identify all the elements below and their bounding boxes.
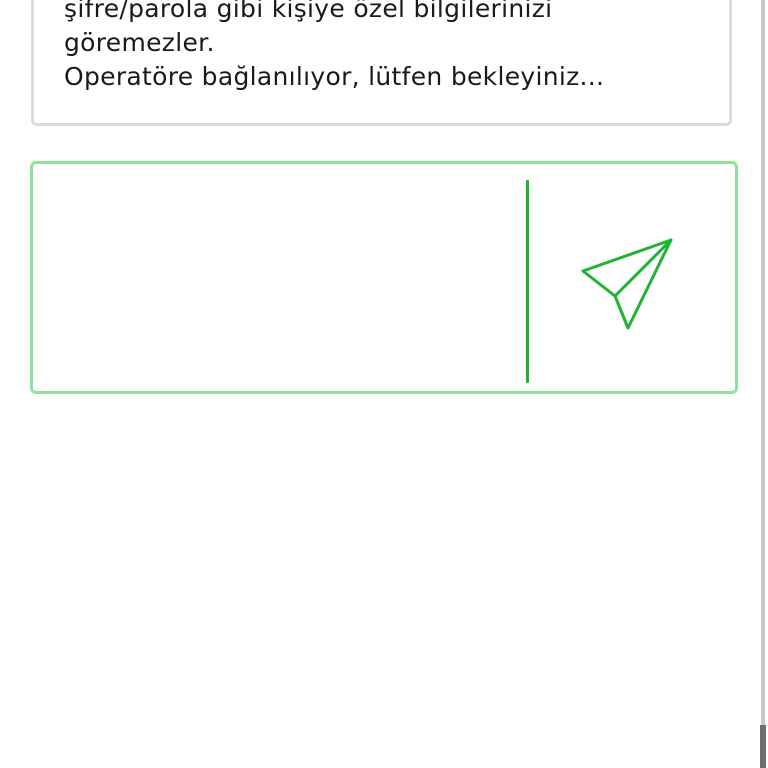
system-message-card: şifre/parola gibi kişiye özel bilgilerin… (31, 0, 732, 126)
message-line: şifre/parola gibi kişiye özel bilgilerin… (64, 0, 553, 23)
scrollbar-track (761, 0, 765, 768)
message-line: Operatöre bağlanılıyor, lütfen bekleyini… (64, 62, 605, 91)
scrollbar[interactable] (760, 0, 768, 768)
paper-plane-icon (581, 238, 673, 330)
message-composer (30, 161, 738, 394)
send-button[interactable] (571, 224, 681, 334)
scrollbar-thumb[interactable] (760, 725, 766, 768)
text-cursor (526, 180, 529, 383)
message-line: göremezler. (64, 28, 215, 57)
message-input[interactable] (47, 178, 521, 382)
